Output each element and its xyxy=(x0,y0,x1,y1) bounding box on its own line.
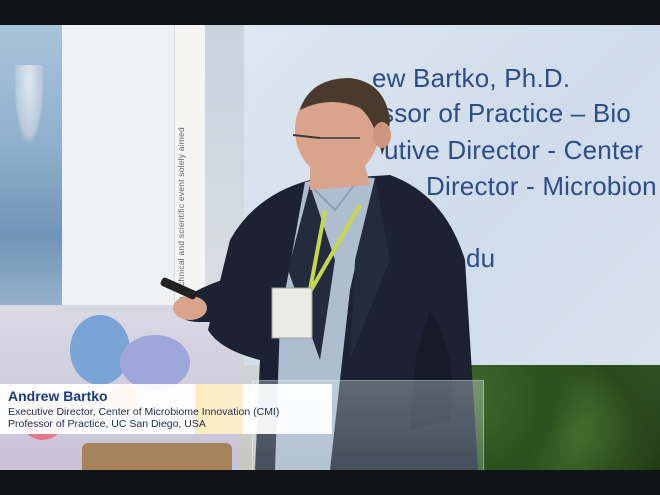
statue-image xyxy=(14,65,44,145)
speaker-title-line-2: Professor of Practice, UC San Diego, USA xyxy=(8,418,206,430)
stage-chair xyxy=(82,443,232,470)
speaker-title-line-1: Executive Director, Center of Microbiome… xyxy=(8,406,280,418)
banner-photo xyxy=(0,25,62,325)
video-frame: a technical and scientific event solely … xyxy=(0,0,660,495)
letterbox-top xyxy=(0,0,660,25)
speaker-name: Andrew Bartko xyxy=(8,388,108,404)
blue-blob xyxy=(70,315,130,385)
letterbox-bottom xyxy=(0,470,660,495)
